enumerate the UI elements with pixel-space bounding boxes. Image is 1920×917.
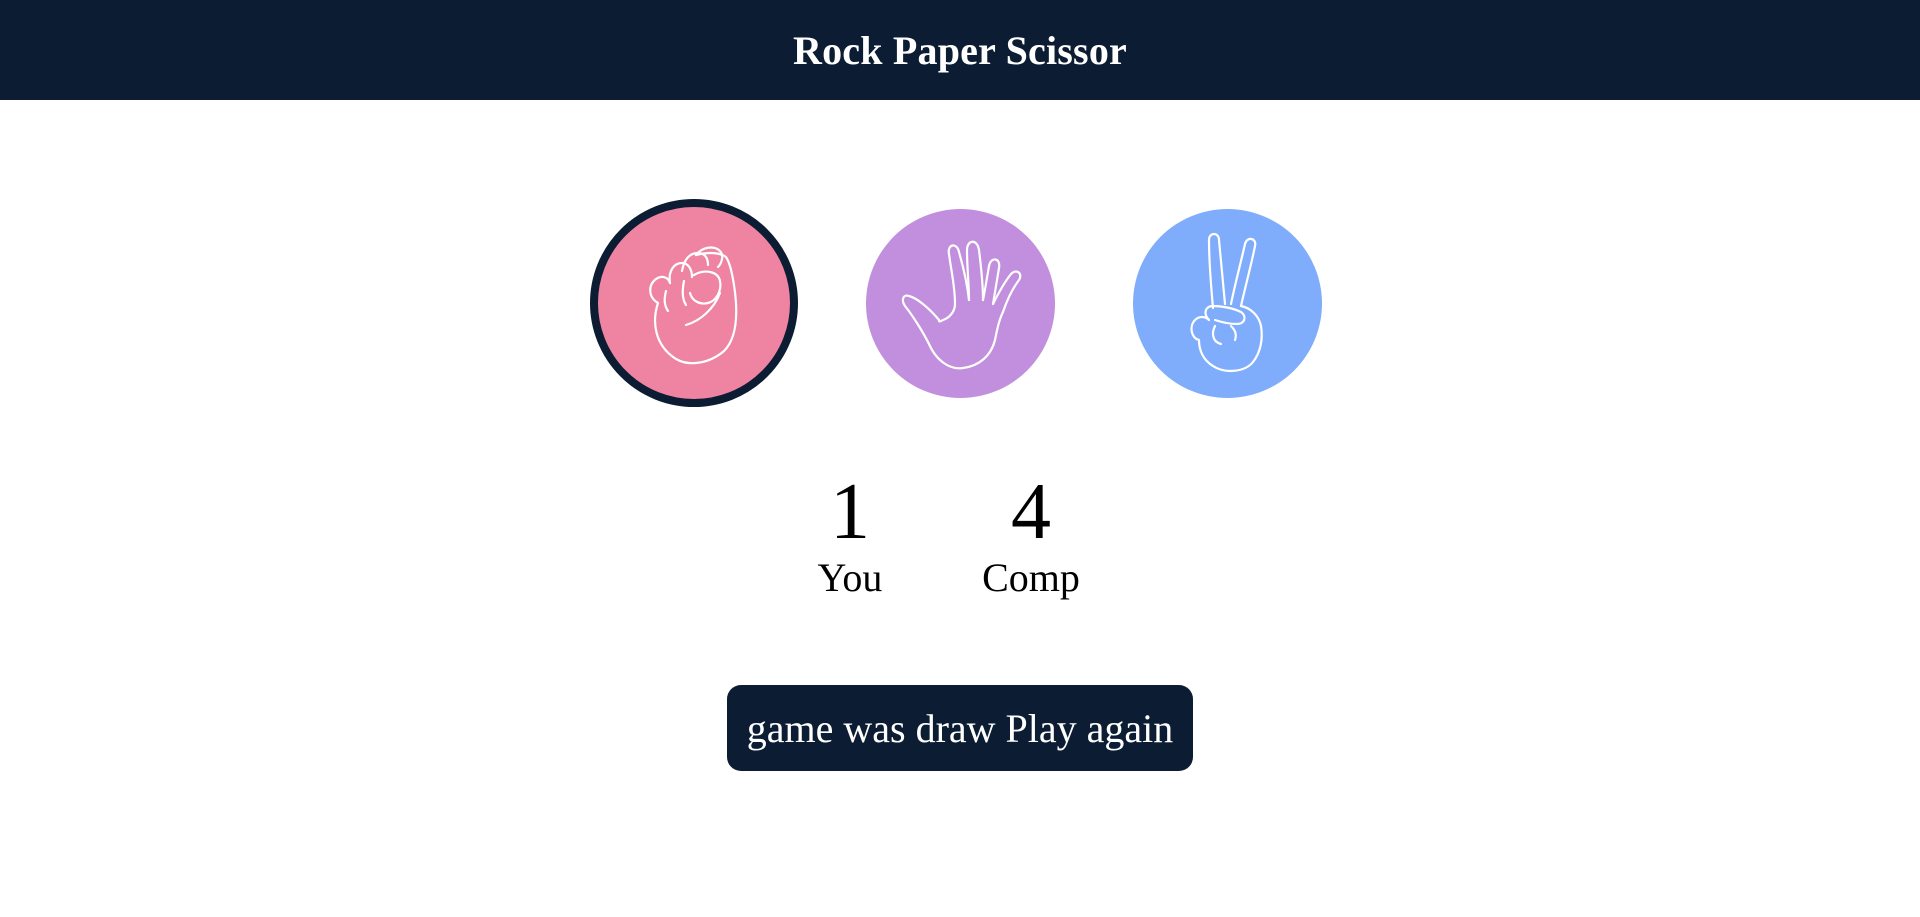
fist-icon bbox=[649, 246, 738, 365]
scoreboard: 1 You 4 Comp bbox=[780, 470, 1140, 610]
comp-score-label: Comp bbox=[982, 555, 1080, 600]
choice-scissors-button[interactable] bbox=[1133, 209, 1322, 398]
peace-hand-icon bbox=[1189, 232, 1263, 372]
choice-paper-button[interactable] bbox=[866, 209, 1055, 398]
open-hand-icon bbox=[901, 240, 1021, 369]
score-you: 1 You bbox=[780, 470, 920, 602]
user-score-label: You bbox=[817, 555, 883, 600]
user-score-value: 1 bbox=[830, 468, 870, 556]
comp-score-value: 4 bbox=[1011, 468, 1051, 556]
choice-rock-button[interactable] bbox=[590, 199, 798, 407]
header-bar: Rock Paper Scissor bbox=[0, 0, 1920, 100]
score-comp: 4 Comp bbox=[961, 470, 1101, 602]
page-title: Rock Paper Scissor bbox=[793, 27, 1127, 73]
choices-row bbox=[590, 199, 1330, 409]
play-again-message-button[interactable]: game was draw Play again bbox=[727, 685, 1193, 771]
